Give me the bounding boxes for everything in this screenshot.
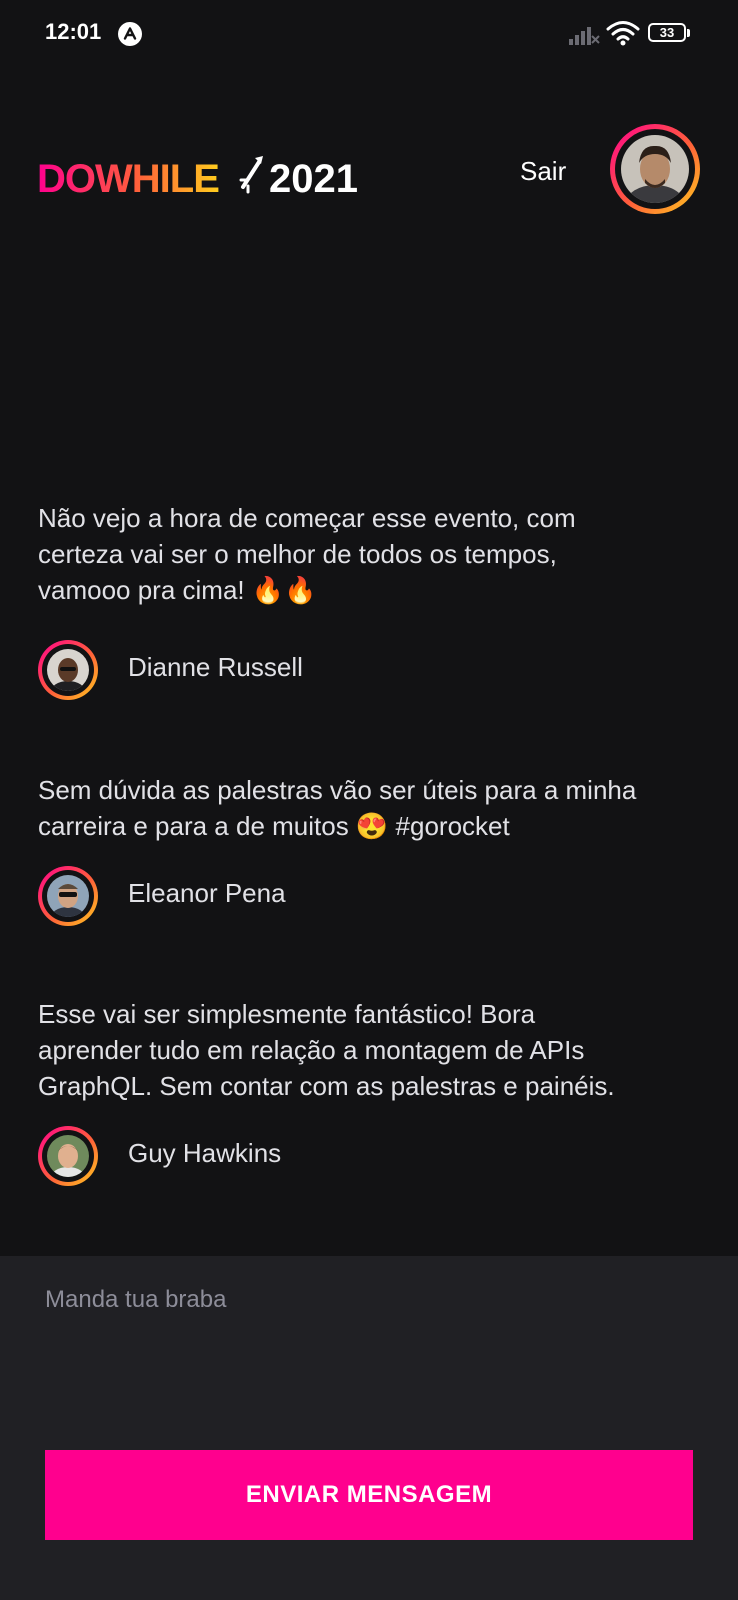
author-avatar bbox=[38, 866, 98, 926]
author-photo bbox=[47, 649, 89, 691]
message-composer: ENVIAR MENSAGEM bbox=[0, 1256, 738, 1600]
author-avatar bbox=[38, 1126, 98, 1186]
message-text: Não vejo a hora de começar esse evento, … bbox=[38, 503, 576, 605]
dowhile-logo: DOWHILE 2021 bbox=[37, 156, 358, 200]
author-photo bbox=[47, 875, 89, 917]
message-author: Guy Hawkins bbox=[38, 1126, 698, 1186]
message-item: Esse vai ser simplesmente fantástico! Bo… bbox=[38, 996, 698, 1186]
header: DOWHILE 2021 Sair bbox=[0, 110, 738, 230]
author-name: Dianne Russell bbox=[128, 652, 303, 682]
message-text: Sem dúvida as palestras vão ser úteis pa… bbox=[38, 775, 637, 841]
sign-out-button[interactable]: Sair bbox=[520, 156, 566, 187]
send-message-button[interactable]: ENVIAR MENSAGEM bbox=[45, 1450, 693, 1540]
message-input[interactable] bbox=[45, 1286, 695, 1416]
message-author: Eleanor Pena bbox=[38, 866, 698, 926]
user-avatar[interactable] bbox=[610, 124, 700, 214]
logo-year: 2021 bbox=[269, 157, 358, 200]
message-item: Não vejo a hora de começar esse evento, … bbox=[38, 500, 698, 700]
author-avatar bbox=[38, 640, 98, 700]
battery-level: 33 bbox=[659, 25, 675, 40]
wifi-icon bbox=[606, 21, 640, 46]
author-name: Eleanor Pena bbox=[128, 878, 286, 908]
status-time: 12:01 bbox=[45, 19, 102, 44]
status-bar: 12:01 33 bbox=[0, 0, 738, 70]
message-author: Dianne Russell bbox=[38, 640, 698, 700]
cellular-signal-icon bbox=[569, 27, 600, 45]
rocket-icon bbox=[239, 156, 263, 194]
battery-icon: 33 bbox=[648, 22, 692, 46]
author-photo bbox=[47, 1135, 89, 1177]
message-text: Esse vai ser simplesmente fantástico! Bo… bbox=[38, 999, 615, 1101]
user-photo bbox=[621, 135, 689, 203]
message-item: Sem dúvida as palestras vão ser úteis pa… bbox=[38, 772, 698, 926]
author-name: Guy Hawkins bbox=[128, 1138, 282, 1168]
app-notification-icon bbox=[118, 22, 142, 46]
logo-text: DOWHILE bbox=[37, 157, 219, 200]
